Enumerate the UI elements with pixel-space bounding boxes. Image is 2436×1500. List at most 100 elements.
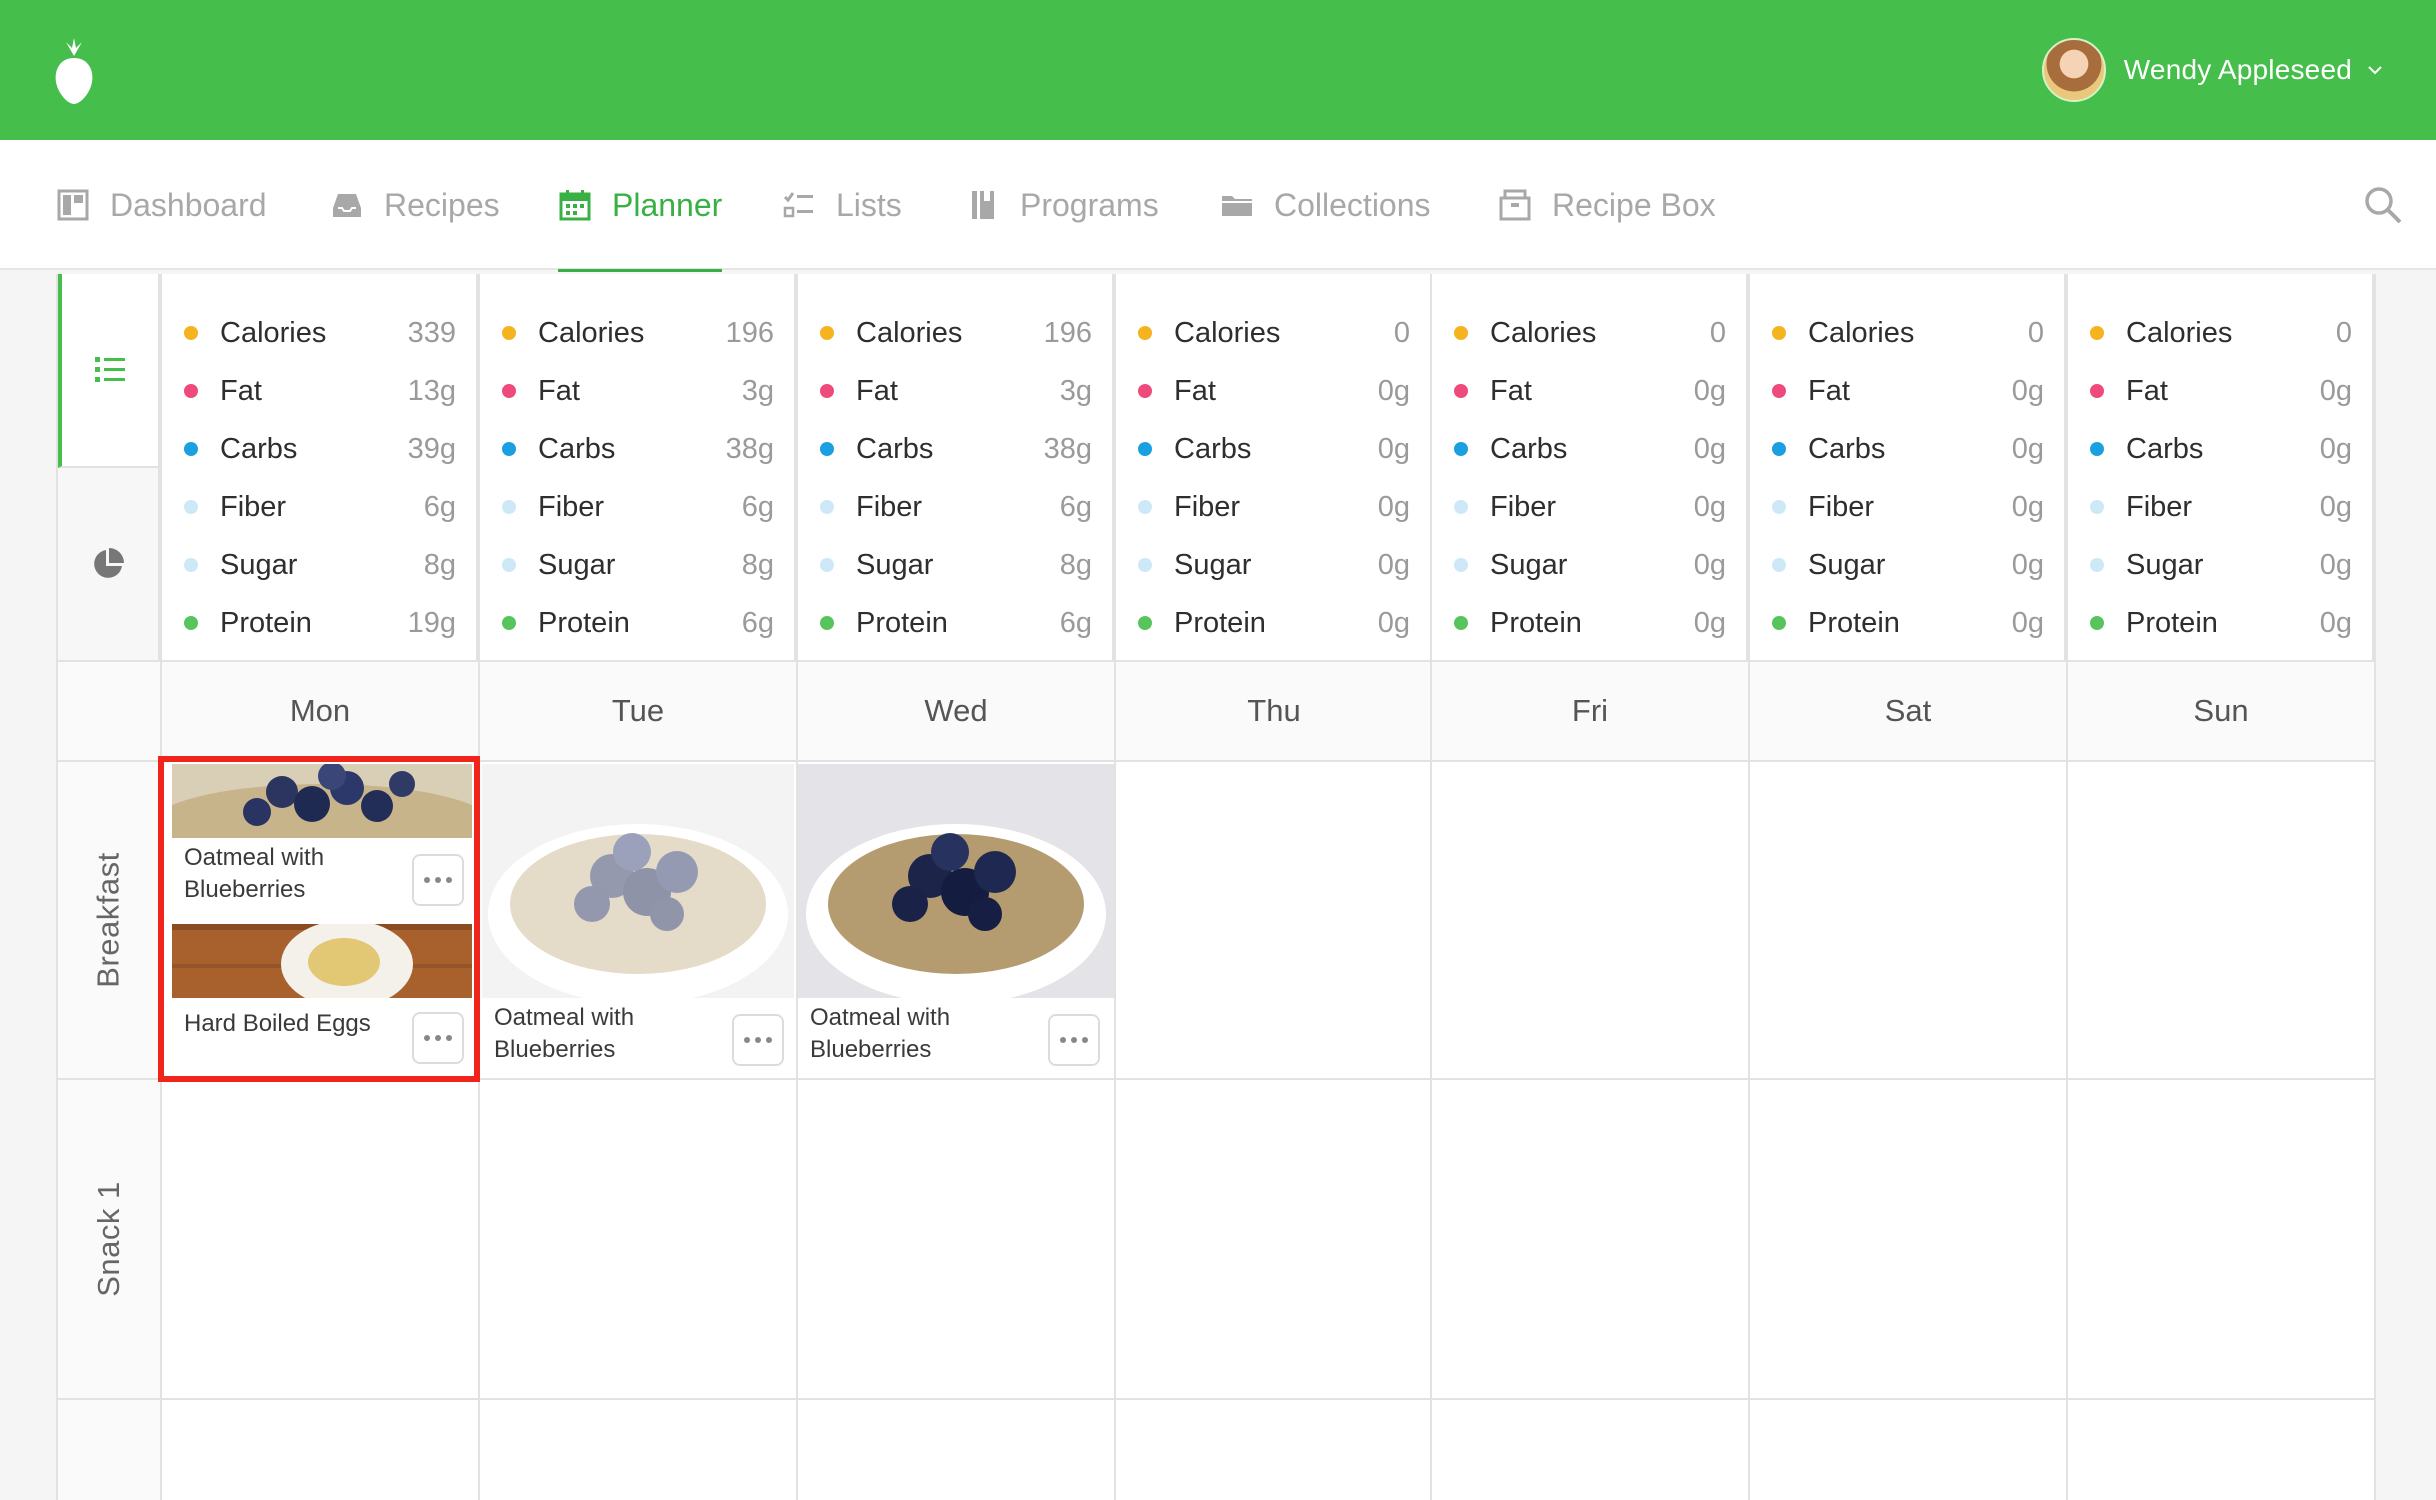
nutrient-color-dot [1454,442,1468,456]
nutrient-value: 0g [2319,606,2352,639]
nutrient-color-dot [184,326,198,340]
nav-label: Lists [836,186,902,223]
nav-item-recipes[interactable]: Recipes [330,140,500,270]
nutrient-row-protein: Protein 19g [162,594,476,652]
nutrient-value: 0g [2011,606,2044,639]
recipe-card-oatmeal-tue[interactable]: Oatmeal with Blueberries [482,764,794,1076]
nutrient-color-dot [2090,384,2104,398]
nutrient-row-fiber: Fiber 6g [162,478,476,536]
nav-item-dashboard[interactable]: Dashboard [56,140,267,270]
day-header-sun: Sun [2068,662,2374,760]
tab-nutrition-list[interactable] [58,274,158,468]
nutrient-label: Carbs [2126,432,2204,465]
nutrient-color-dot [820,384,834,398]
nav-item-collections[interactable]: Collections [1220,140,1431,270]
strawberry-logo-icon[interactable] [52,34,96,106]
nutrient-color-dot [820,500,834,514]
more-options-button[interactable] [412,854,464,906]
nutrient-value: 0g [2011,548,2044,581]
nutrient-value: 0g [2011,432,2044,465]
avatar[interactable] [2041,38,2106,102]
nutrient-row-sugar: Sugar 8g [480,536,794,594]
nutrient-label: Carbs [1174,432,1252,465]
nutrient-row-fiber: Fiber 0g [1432,478,1746,536]
nutrient-color-dot [502,326,516,340]
chevron-down-icon[interactable] [2366,61,2384,79]
recipe-title[interactable]: Oatmeal with Blueberries [810,1002,950,1066]
nutrient-label: Fat [1490,374,1532,407]
divider [58,760,2374,762]
nutrient-color-dot [820,558,834,572]
nutrient-row-calories: Calories 0 [1116,304,1430,362]
nutrient-row-sugar: Sugar 0g [1432,536,1746,594]
nutrient-row-protein: Protein 0g [1116,594,1430,652]
more-options-button[interactable] [412,1012,464,1064]
nutrient-value: 0 [1393,316,1410,349]
nutrient-row-calories: Calories 0 [2068,304,2372,362]
nutrient-row-fat: Fat 13g [162,362,476,420]
nutrient-label: Calories [220,316,327,349]
nutrient-row-carbs: Carbs 0g [1750,420,2064,478]
nutrient-label: Sugar [2126,548,2204,581]
nutrient-label: Sugar [1490,548,1568,581]
search-icon[interactable] [2362,184,2404,226]
nutrient-color-dot [1138,326,1152,340]
divider [1430,274,1432,1500]
day-header-sat: Sat [1750,662,2066,760]
recipe-card-eggs-mon[interactable]: Hard Boiled Eggs [172,924,472,1074]
nutrient-color-dot [502,616,516,630]
nutrient-color-dot [1772,326,1786,340]
nutrient-row-protein: Protein 0g [2068,594,2372,652]
nutrient-label: Sugar [220,548,298,581]
day-header-wed: Wed [798,662,1114,760]
nutrient-color-dot [820,616,834,630]
tab-nutrition-chart[interactable] [58,468,158,660]
nutrient-color-dot [184,442,198,456]
nutrient-row-protein: Protein 6g [480,594,794,652]
nutrient-label: Sugar [856,548,934,581]
user-menu[interactable]: Wendy Appleseed [2041,38,2384,102]
nutrient-label: Fiber [1174,490,1241,523]
recipe-title[interactable]: Hard Boiled Eggs [184,1008,371,1040]
more-options-button[interactable] [732,1014,784,1066]
nutrient-row-fiber: Fiber 0g [1750,478,2064,536]
nutrient-label: Protein [856,606,948,639]
nutrient-value: 0g [2319,548,2352,581]
nav-item-lists[interactable]: Lists [782,140,902,270]
nav-item-planner[interactable]: Planner [558,140,723,272]
recipe-title[interactable]: Oatmeal with Blueberries [494,1002,634,1066]
nav-item-programs[interactable]: Programs [966,140,1159,270]
nutrient-value: 0g [1377,548,1410,581]
checklist-icon [783,192,813,218]
nutrient-color-dot [502,384,516,398]
divider [478,274,480,1500]
meal-label-breakfast: Breakfast [58,762,160,1078]
nutrient-color-dot [1454,558,1468,572]
nutrient-row-carbs: Carbs 39g [162,420,476,478]
nutrient-row-fiber: Fiber 0g [1116,478,1430,536]
nutrient-value: 8g [1059,548,1092,581]
nutrient-value: 8g [741,548,774,581]
recipe-photo [172,924,472,998]
recipe-card-oatmeal-wed[interactable]: Oatmeal with Blueberries [798,764,1114,1076]
recipe-title[interactable]: Oatmeal with Blueberries [184,842,324,906]
nutrient-row-sugar: Sugar 8g [162,536,476,594]
nutrient-row-fiber: Fiber 6g [480,478,794,536]
nutrient-value: 0g [1693,606,1726,639]
more-options-button[interactable] [1048,1014,1100,1066]
nutrient-value: 0 [2027,316,2044,349]
box-icon [1499,189,1531,221]
nutrient-color-dot [184,384,198,398]
nutrient-label: Fiber [1490,490,1557,523]
nav-item-recipe-box[interactable]: Recipe Box [1498,140,1716,270]
recipe-card-oatmeal-mon[interactable]: Oatmeal with Blueberries [172,764,472,924]
day-header-thu: Thu [1116,662,1432,760]
nutrition-summary-mon: Calories 339 Fat 13g Carbs 39g Fiber 6g Sugar 8g P… [162,274,478,660]
nav-label: Programs [1020,186,1159,223]
nutrient-color-dot [502,442,516,456]
book-icon [972,191,994,219]
nutrient-color-dot [1454,384,1468,398]
nutrient-row-fat: Fat 3g [798,362,1112,420]
user-name[interactable]: Wendy Appleseed [2124,54,2352,86]
nutrient-label: Fat [538,374,580,407]
